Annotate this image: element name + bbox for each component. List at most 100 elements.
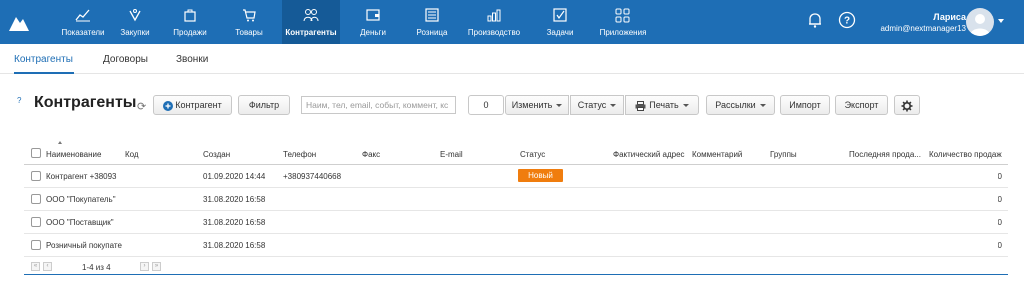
nav-item-tasks[interactable]: Задачи bbox=[538, 0, 582, 44]
nav-label: Деньги bbox=[360, 28, 386, 37]
bag-icon bbox=[184, 9, 196, 22]
cart-icon bbox=[243, 9, 256, 22]
tab-contracts[interactable]: Договоры bbox=[103, 54, 148, 65]
cell-name[interactable]: Контрагент +38093 bbox=[46, 172, 122, 181]
nav-label: Контрагенты bbox=[285, 28, 337, 37]
col-header-code[interactable]: Код bbox=[125, 150, 139, 159]
nav-label: Задачи bbox=[546, 28, 574, 37]
cell-sales-count: 0 bbox=[997, 172, 1002, 181]
plus-icon bbox=[163, 100, 174, 111]
box-icon bbox=[129, 9, 141, 22]
status-dropdown-button[interactable]: Статус bbox=[570, 95, 624, 115]
search-input[interactable]: Наим, тел, email, событ, коммент, кс bbox=[301, 96, 456, 114]
nav-item-sales[interactable]: Продажи bbox=[166, 0, 214, 44]
app-logo[interactable] bbox=[6, 9, 32, 35]
wallet-icon bbox=[366, 9, 380, 21]
cell-name[interactable]: ООО "Поставщик" bbox=[46, 218, 122, 227]
nav-label: Товары bbox=[235, 28, 263, 37]
nav-item-apps[interactable]: Приложения bbox=[594, 0, 652, 44]
col-header-name[interactable]: Наименование bbox=[46, 150, 101, 159]
last-page-button[interactable]: » bbox=[152, 262, 161, 271]
status-label: Статус bbox=[577, 100, 607, 110]
gear-icon bbox=[901, 100, 913, 112]
cell-created: 01.09.2020 14:44 bbox=[203, 172, 266, 181]
avatar[interactable] bbox=[966, 8, 994, 36]
people-icon bbox=[303, 9, 319, 22]
cell-created: 31.08.2020 16:58 bbox=[203, 195, 266, 204]
col-header-created[interactable]: Создан bbox=[203, 150, 230, 159]
cell-sales-count: 0 bbox=[997, 195, 1002, 204]
nav-item-products[interactable]: Товары bbox=[224, 0, 274, 44]
checkbox-icon bbox=[553, 8, 567, 22]
row-checkbox[interactable] bbox=[31, 171, 41, 181]
nav-item-purchases[interactable]: Закупки bbox=[112, 0, 158, 44]
select-all-checkbox[interactable] bbox=[31, 148, 41, 158]
col-header-last-sale[interactable]: Последняя прода... bbox=[849, 150, 921, 159]
tab-contractors[interactable]: Контрагенты bbox=[14, 54, 73, 65]
cell-name[interactable]: Розничный покупате bbox=[46, 241, 122, 250]
import-button[interactable]: Импорт bbox=[780, 95, 830, 115]
prev-page-button[interactable]: ‹ bbox=[43, 262, 52, 271]
filter-button[interactable]: Фильтр bbox=[238, 95, 290, 115]
help-icon[interactable]: ? bbox=[838, 11, 856, 29]
col-header-comment[interactable]: Комментарий bbox=[692, 150, 742, 159]
cell-sales-count: 0 bbox=[997, 241, 1002, 250]
cell-created: 31.08.2020 16:58 bbox=[203, 241, 266, 250]
nav-label: Продажи bbox=[173, 28, 207, 37]
cell-sales-count: 0 bbox=[997, 218, 1002, 227]
col-header-fax[interactable]: Факс bbox=[362, 150, 380, 159]
print-label: Печать bbox=[649, 100, 679, 110]
chevron-down-icon bbox=[682, 104, 689, 108]
export-button[interactable]: Экспорт bbox=[835, 95, 888, 115]
help-link[interactable]: ? bbox=[17, 96, 21, 105]
edit-dropdown-button[interactable]: Изменить bbox=[505, 95, 569, 115]
nav-item-production[interactable]: Производство bbox=[462, 0, 526, 44]
pager-text: 1-4 из 4 bbox=[82, 263, 111, 272]
user-name[interactable]: Лариса bbox=[933, 12, 966, 22]
page-title: Контрагенты bbox=[34, 94, 137, 111]
mailing-label: Рассылки bbox=[715, 100, 756, 110]
refresh-icon[interactable]: ⟳ bbox=[137, 100, 146, 113]
print-dropdown-button[interactable]: Печать bbox=[625, 95, 699, 115]
nav-item-indicators[interactable]: Показатели bbox=[56, 0, 110, 44]
nav-item-retail[interactable]: Розница bbox=[408, 0, 456, 44]
nav-label: Показатели bbox=[61, 28, 105, 37]
nav-item-money[interactable]: Деньги bbox=[352, 0, 394, 44]
col-header-address[interactable]: Фактический адрес bbox=[613, 150, 689, 159]
tab-calls[interactable]: Звонки bbox=[176, 54, 208, 65]
apps-icon bbox=[615, 8, 630, 23]
printer-icon bbox=[635, 100, 646, 111]
table-row[interactable]: Контрагент +38093 01.09.2020 14:44 +3809… bbox=[24, 165, 1008, 188]
col-header-email[interactable]: E-mail bbox=[440, 150, 463, 159]
row-checkbox[interactable] bbox=[31, 217, 41, 227]
user-email[interactable]: admin@nextmanager13 bbox=[880, 24, 966, 33]
next-page-button[interactable]: › bbox=[140, 262, 149, 271]
chevron-down-icon bbox=[759, 104, 766, 108]
bottom-divider bbox=[24, 274, 1008, 275]
mailing-dropdown-button[interactable]: Рассылки bbox=[706, 95, 775, 115]
col-header-sales-count[interactable]: Количество продаж bbox=[929, 150, 1002, 159]
col-header-phone[interactable]: Телефон bbox=[283, 150, 316, 159]
user-avatar-icon bbox=[970, 14, 990, 36]
col-header-groups[interactable]: Группы bbox=[770, 150, 797, 159]
settings-button[interactable] bbox=[894, 95, 920, 115]
top-navbar: Показатели Закупки Продажи Товары Контра… bbox=[0, 0, 1024, 44]
cell-created: 31.08.2020 16:58 bbox=[203, 218, 266, 227]
row-checkbox[interactable] bbox=[31, 194, 41, 204]
table-row[interactable]: ООО "Покупатель" 31.08.2020 16:58 0 bbox=[24, 188, 1008, 211]
table-header: Наименование Код Создан Телефон Факс E-m… bbox=[24, 143, 1008, 165]
nav-label: Закупки bbox=[120, 28, 150, 37]
row-checkbox[interactable] bbox=[31, 240, 41, 250]
bell-icon[interactable] bbox=[806, 11, 824, 29]
subtabs-bar: Контрагенты Договоры Звонки bbox=[0, 44, 1024, 74]
table-row[interactable]: ООО "Поставщик" 31.08.2020 16:58 0 bbox=[24, 211, 1008, 234]
user-menu-chevron-icon[interactable] bbox=[998, 19, 1004, 23]
svg-text:?: ? bbox=[844, 16, 850, 27]
first-page-button[interactable]: « bbox=[31, 262, 40, 271]
cell-name[interactable]: ООО "Покупатель" bbox=[46, 195, 122, 204]
nav-item-contractors[interactable]: Контрагенты bbox=[282, 0, 340, 44]
status-badge[interactable]: Новый bbox=[518, 169, 563, 182]
col-header-status[interactable]: Статус bbox=[520, 150, 545, 159]
add-contractor-button[interactable]: Контрагент bbox=[153, 95, 232, 115]
table-row[interactable]: Розничный покупате 31.08.2020 16:58 0 bbox=[24, 234, 1008, 257]
